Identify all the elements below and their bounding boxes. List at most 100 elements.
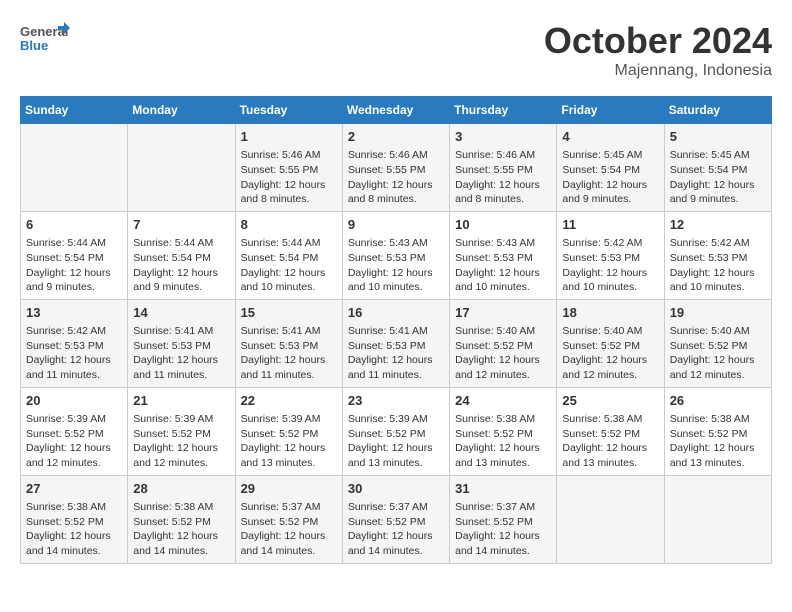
day-number: 22 [241,392,337,410]
day-number: 23 [348,392,444,410]
daylight-text: Daylight: 12 hours and 14 minutes. [348,529,444,558]
calendar-cell: 22 Sunrise: 5:39 AMSunset: 5:52 PMDayligh… [235,387,342,475]
logo-icon: General Blue [20,20,70,60]
sunrise-text: Sunrise: 5:42 AM [670,236,766,251]
sunset-text: Sunset: 5:53 PM [670,251,766,266]
daylight-text: Daylight: 12 hours and 13 minutes. [348,441,444,470]
sunset-text: Sunset: 5:53 PM [241,339,337,354]
sunset-text: Sunset: 5:53 PM [133,339,229,354]
sunset-text: Sunset: 5:52 PM [133,515,229,530]
calendar-cell: 11Sunrise: 5:42 AMSunset: 5:53 PMDayligh… [557,211,664,299]
weekday-header-row: SundayMondayTuesdayWednesdayThursdayFrid… [21,97,772,124]
sunrise-text: Sunrise: 5:40 AM [455,324,551,339]
calendar-cell: 24Sunrise: 5:38 AMSunset: 5:52 PMDayligh… [450,387,557,475]
calendar-cell: 4Sunrise: 5:45 AMSunset: 5:54 PMDaylight… [557,124,664,212]
daylight-text: Daylight: 12 hours and 9 minutes. [133,266,229,295]
daylight-text: Daylight: 12 hours and 11 minutes. [26,353,122,382]
calendar-cell [21,124,128,212]
daylight-text: Daylight: 12 hours and 9 minutes. [26,266,122,295]
calendar-body: 1Sunrise: 5:46 AMSunset: 5:55 PMDaylight… [21,124,772,564]
daylight-text: Daylight: 12 hours and 10 minutes. [455,266,551,295]
weekday-tuesday: Tuesday [235,97,342,124]
sunset-text: Sunset: 5:52 PM [670,339,766,354]
month-title: October 2024 [544,20,772,62]
sunset-text: Sunset: 5:55 PM [455,163,551,178]
sunrise-text: Sunrise: 5:46 AM [241,148,337,163]
sunset-text: Sunset: 5:55 PM [348,163,444,178]
calendar-cell: 3Sunrise: 5:46 AMSunset: 5:55 PMDaylight… [450,124,557,212]
calendar-cell: 29Sunrise: 5:37 AMSunset: 5:52 PMDayligh… [235,475,342,563]
sunset-text: Sunset: 5:53 PM [348,339,444,354]
calendar-cell: 23Sunrise: 5:39 AMSunset: 5:52 PMDayligh… [342,387,449,475]
daylight-text: Daylight: 12 hours and 14 minutes. [133,529,229,558]
daylight-text: Daylight: 12 hours and 14 minutes. [241,529,337,558]
daylight-text: Daylight: 12 hours and 13 minutes. [562,441,658,470]
sunset-text: Sunset: 5:52 PM [455,515,551,530]
calendar-cell: 26Sunrise: 5:38 AMSunset: 5:52 PMDayligh… [664,387,771,475]
calendar-week-5: 27Sunrise: 5:38 AMSunset: 5:52 PMDayligh… [21,475,772,563]
daylight-text: Daylight: 12 hours and 10 minutes. [670,266,766,295]
daylight-text: Daylight: 12 hours and 11 minutes. [133,353,229,382]
daylight-text: Daylight: 12 hours and 13 minutes. [455,441,551,470]
sunrise-text: Sunrise: 5:41 AM [348,324,444,339]
calendar-cell: 19Sunrise: 5:40 AMSunset: 5:52 PMDayligh… [664,299,771,387]
sunset-text: Sunset: 5:52 PM [241,427,337,442]
daylight-text: Daylight: 12 hours and 8 minutes. [455,178,551,207]
weekday-saturday: Saturday [664,97,771,124]
day-number: 8 [241,216,337,234]
sunset-text: Sunset: 5:52 PM [562,427,658,442]
sunrise-text: Sunrise: 5:41 AM [241,324,337,339]
sunrise-text: Sunrise: 5:43 AM [348,236,444,251]
weekday-friday: Friday [557,97,664,124]
daylight-text: Daylight: 12 hours and 12 minutes. [133,441,229,470]
day-number: 18 [562,304,658,322]
day-number: 9 [348,216,444,234]
logo: General Blue [20,20,70,60]
sunrise-text: Sunrise: 5:38 AM [26,500,122,515]
sunset-text: Sunset: 5:52 PM [562,339,658,354]
sunrise-text: Sunrise: 5:41 AM [133,324,229,339]
sunrise-text: Sunrise: 5:38 AM [562,412,658,427]
calendar-cell: 15Sunrise: 5:41 AMSunset: 5:53 PMDayligh… [235,299,342,387]
daylight-text: Daylight: 12 hours and 13 minutes. [670,441,766,470]
calendar-cell: 27Sunrise: 5:38 AMSunset: 5:52 PMDayligh… [21,475,128,563]
calendar-cell: 30Sunrise: 5:37 AMSunset: 5:52 PMDayligh… [342,475,449,563]
daylight-text: Daylight: 12 hours and 8 minutes. [241,178,337,207]
sunrise-text: Sunrise: 5:45 AM [562,148,658,163]
sunrise-text: Sunrise: 5:39 AM [133,412,229,427]
calendar-cell: 21Sunrise: 5:39 AMSunset: 5:52 PMDayligh… [128,387,235,475]
calendar-cell: 7Sunrise: 5:44 AMSunset: 5:54 PMDaylight… [128,211,235,299]
daylight-text: Daylight: 12 hours and 12 minutes. [26,441,122,470]
calendar-week-1: 1Sunrise: 5:46 AMSunset: 5:55 PMDaylight… [21,124,772,212]
calendar-cell: 9 Sunrise: 5:43 AMSunset: 5:53 PMDaylight… [342,211,449,299]
daylight-text: Daylight: 12 hours and 10 minutes. [348,266,444,295]
calendar-cell: 25Sunrise: 5:38 AMSunset: 5:52 PMDayligh… [557,387,664,475]
sunset-text: Sunset: 5:54 PM [562,163,658,178]
daylight-text: Daylight: 12 hours and 14 minutes. [26,529,122,558]
day-number: 19 [670,304,766,322]
sunrise-text: Sunrise: 5:40 AM [562,324,658,339]
calendar-cell [557,475,664,563]
daylight-text: Daylight: 12 hours and 11 minutes. [348,353,444,382]
daylight-text: Daylight: 12 hours and 9 minutes. [670,178,766,207]
sunset-text: Sunset: 5:54 PM [133,251,229,266]
sunrise-text: Sunrise: 5:39 AM [241,412,337,427]
daylight-text: Daylight: 12 hours and 13 minutes. [241,441,337,470]
day-number: 17 [455,304,551,322]
calendar-week-3: 13Sunrise: 5:42 AMSunset: 5:53 PMDayligh… [21,299,772,387]
sunrise-text: Sunrise: 5:45 AM [670,148,766,163]
calendar-cell: 8Sunrise: 5:44 AMSunset: 5:54 PMDaylight… [235,211,342,299]
calendar-cell: 2Sunrise: 5:46 AMSunset: 5:55 PMDaylight… [342,124,449,212]
sunset-text: Sunset: 5:52 PM [670,427,766,442]
sunrise-text: Sunrise: 5:46 AM [455,148,551,163]
sunset-text: Sunset: 5:54 PM [670,163,766,178]
calendar-cell: 1Sunrise: 5:46 AMSunset: 5:55 PMDaylight… [235,124,342,212]
daylight-text: Daylight: 12 hours and 10 minutes. [562,266,658,295]
calendar-cell [128,124,235,212]
day-number: 24 [455,392,551,410]
calendar-cell: 18Sunrise: 5:40 AMSunset: 5:52 PMDayligh… [557,299,664,387]
calendar-week-4: 20Sunrise: 5:39 AMSunset: 5:52 PMDayligh… [21,387,772,475]
sunset-text: Sunset: 5:53 PM [348,251,444,266]
calendar-cell: 5Sunrise: 5:45 AMSunset: 5:54 PMDaylight… [664,124,771,212]
sunset-text: Sunset: 5:54 PM [26,251,122,266]
